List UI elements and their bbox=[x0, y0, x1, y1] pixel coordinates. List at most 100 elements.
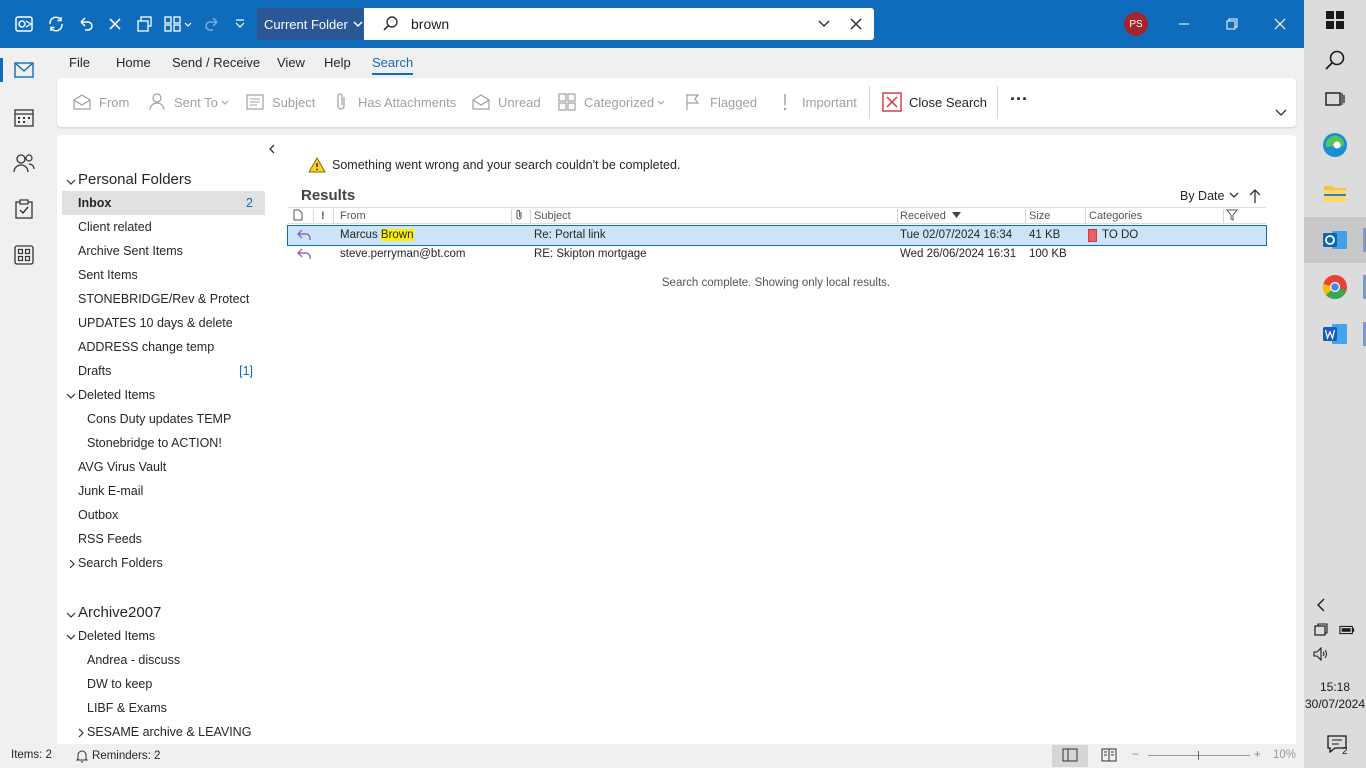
outlook-taskbar-icon[interactable] bbox=[1304, 217, 1366, 263]
taskbar-search-icon[interactable] bbox=[1321, 46, 1349, 74]
folder-group-personal[interactable]: Personal Folders bbox=[57, 167, 286, 191]
folder-archive-sent-items[interactable]: Archive Sent Items bbox=[62, 239, 265, 263]
sent-to-button[interactable]: Sent To bbox=[146, 90, 229, 114]
col-importance[interactable]: ! bbox=[321, 210, 325, 222]
folder-rss-feeds[interactable]: RSS Feeds bbox=[62, 527, 265, 551]
subject-button[interactable]: Subject bbox=[244, 90, 315, 114]
table-row[interactable]: Marcus Brown Re: Portal link Tue 02/07/2… bbox=[287, 225, 1267, 246]
folder-updates[interactable]: UPDATES 10 days & delete bbox=[62, 311, 265, 335]
chevron-right-icon[interactable] bbox=[76, 727, 86, 738]
folder-search-folders[interactable]: Search Folders bbox=[62, 551, 265, 575]
folder-deleted-items[interactable]: Deleted Items bbox=[62, 383, 265, 407]
folder-junk-email[interactable]: Junk E-mail bbox=[62, 479, 265, 503]
sort-direction-arrow-icon[interactable] bbox=[1248, 188, 1262, 204]
sort-desc-icon bbox=[951, 212, 961, 218]
folder-group-archive2007[interactable]: Archive2007 bbox=[57, 600, 286, 624]
customize-qat-icon[interactable] bbox=[228, 12, 252, 36]
task-view-icon[interactable] bbox=[1321, 85, 1349, 113]
zoom-slider-thumb[interactable] bbox=[1198, 751, 1199, 760]
chrome-icon[interactable] bbox=[1321, 273, 1349, 301]
col-from[interactable]: From bbox=[340, 210, 366, 222]
word-icon[interactable] bbox=[1321, 320, 1349, 348]
mail-icon[interactable] bbox=[12, 58, 36, 82]
folder-client-related[interactable]: Client related bbox=[62, 215, 265, 239]
folder-sent-items[interactable]: Sent Items bbox=[62, 263, 265, 287]
folder-label: DW to keep bbox=[87, 677, 153, 691]
categorized-button[interactable]: Categorized bbox=[556, 90, 665, 114]
filter-icon[interactable] bbox=[1225, 209, 1239, 224]
folder-address-change[interactable]: ADDRESS change temp bbox=[62, 335, 265, 359]
tab-search[interactable]: Search bbox=[372, 55, 414, 75]
chevron-down-icon[interactable] bbox=[66, 390, 76, 400]
clear-search-icon[interactable] bbox=[848, 16, 864, 32]
more-options-button[interactable]: ··· bbox=[1010, 87, 1028, 111]
clock-time[interactable]: 15:18 bbox=[1304, 680, 1366, 694]
important-button[interactable]: Important bbox=[774, 90, 857, 114]
avatar[interactable]: PS bbox=[1124, 12, 1148, 36]
search-options-chevron-icon[interactable] bbox=[816, 16, 832, 32]
col-categories[interactable]: Categories bbox=[1089, 210, 1142, 222]
col-size[interactable]: Size bbox=[1029, 210, 1050, 222]
volume-icon[interactable] bbox=[1313, 646, 1329, 662]
unread-button[interactable]: Unread bbox=[470, 90, 541, 114]
zoom-out-button[interactable]: − bbox=[1132, 749, 1139, 761]
zoom-in-button[interactable]: + bbox=[1254, 749, 1261, 761]
file-explorer-icon[interactable] bbox=[1321, 179, 1349, 207]
folder-drafts[interactable]: Drafts [1] bbox=[62, 359, 265, 383]
cancel-icon[interactable] bbox=[103, 12, 127, 36]
folder-cons-duty[interactable]: Cons Duty updates TEMP bbox=[62, 407, 265, 431]
category-grid-icon bbox=[556, 91, 578, 113]
calendar-icon[interactable] bbox=[12, 105, 36, 129]
close-window-icon[interactable] bbox=[1268, 12, 1292, 36]
from-button[interactable]: From bbox=[71, 90, 129, 114]
people-icon[interactable] bbox=[12, 151, 36, 175]
folder-avg-virus-vault[interactable]: AVG Virus Vault bbox=[62, 455, 265, 479]
meet-now-icon[interactable] bbox=[1313, 622, 1329, 638]
tab-send-receive[interactable]: Send / Receive bbox=[172, 55, 260, 70]
folder-libf-exams[interactable]: LIBF & Exams bbox=[62, 696, 265, 720]
col-subject[interactable]: Subject bbox=[534, 210, 571, 222]
tab-help[interactable]: Help bbox=[324, 55, 351, 70]
folder-outbox[interactable]: Outbox bbox=[62, 503, 265, 527]
reminders-button[interactable]: Reminders: 2 bbox=[76, 749, 160, 763]
col-received[interactable]: Received bbox=[900, 210, 961, 222]
reading-view-icon[interactable] bbox=[1101, 748, 1117, 764]
folder-sesame-archive[interactable]: SESAME archive & LEAVING bbox=[62, 720, 265, 744]
folder-inbox[interactable]: Inbox 2 bbox=[62, 191, 265, 215]
show-hidden-icons-chevron-icon[interactable] bbox=[1313, 597, 1329, 613]
folder-archive-deleted-items[interactable]: Deleted Items bbox=[62, 624, 265, 648]
edge-browser-icon[interactable] bbox=[1321, 131, 1349, 159]
tab-view[interactable]: View bbox=[277, 55, 305, 70]
folder-dw-to-keep[interactable]: DW to keep bbox=[62, 672, 265, 696]
restore-icon[interactable] bbox=[1220, 12, 1244, 36]
table-row[interactable]: steve.perryman@bt.com RE: Skipton mortga… bbox=[288, 245, 1266, 264]
search-input[interactable] bbox=[411, 14, 791, 34]
battery-icon[interactable] bbox=[1339, 622, 1355, 638]
folder-stonebridge[interactable]: STONEBRIDGE/Rev & Protect bbox=[62, 287, 265, 311]
tab-file[interactable]: File bbox=[69, 55, 90, 70]
apps-grid-icon[interactable] bbox=[162, 12, 194, 36]
collapse-pane-chevron-icon[interactable] bbox=[266, 143, 278, 155]
close-search-button[interactable]: Close Search bbox=[881, 90, 987, 114]
flagged-button[interactable]: Flagged bbox=[682, 90, 757, 114]
undo-icon[interactable] bbox=[74, 12, 98, 36]
zoom-slider[interactable] bbox=[1148, 755, 1250, 756]
chevron-down-icon[interactable] bbox=[66, 631, 76, 641]
folder-andrea-discuss[interactable]: Andrea - discuss bbox=[62, 648, 265, 672]
windows-start-icon[interactable] bbox=[1321, 6, 1349, 34]
sort-by-dropdown[interactable]: By Date bbox=[1180, 189, 1239, 203]
more-apps-icon[interactable] bbox=[12, 243, 36, 267]
minimize-icon[interactable] bbox=[1172, 12, 1196, 36]
attachment-column-icon[interactable] bbox=[515, 209, 523, 224]
stack-icon[interactable] bbox=[133, 12, 157, 36]
folder-stonebridge-action[interactable]: Stonebridge to ACTION! bbox=[62, 431, 265, 455]
ribbon-expand-chevron-icon[interactable] bbox=[1274, 106, 1288, 120]
send-receive-icon[interactable] bbox=[44, 12, 68, 36]
tab-home[interactable]: Home bbox=[116, 55, 151, 70]
has-attachments-button[interactable]: Has Attachments bbox=[330, 90, 456, 114]
tasks-icon[interactable] bbox=[12, 197, 36, 221]
item-type-column-icon[interactable] bbox=[293, 209, 303, 224]
chevron-right-icon[interactable] bbox=[67, 558, 77, 569]
search-scope-dropdown[interactable]: Current Folder bbox=[257, 8, 363, 40]
clock-date[interactable]: 30/07/2024 bbox=[1304, 697, 1366, 711]
